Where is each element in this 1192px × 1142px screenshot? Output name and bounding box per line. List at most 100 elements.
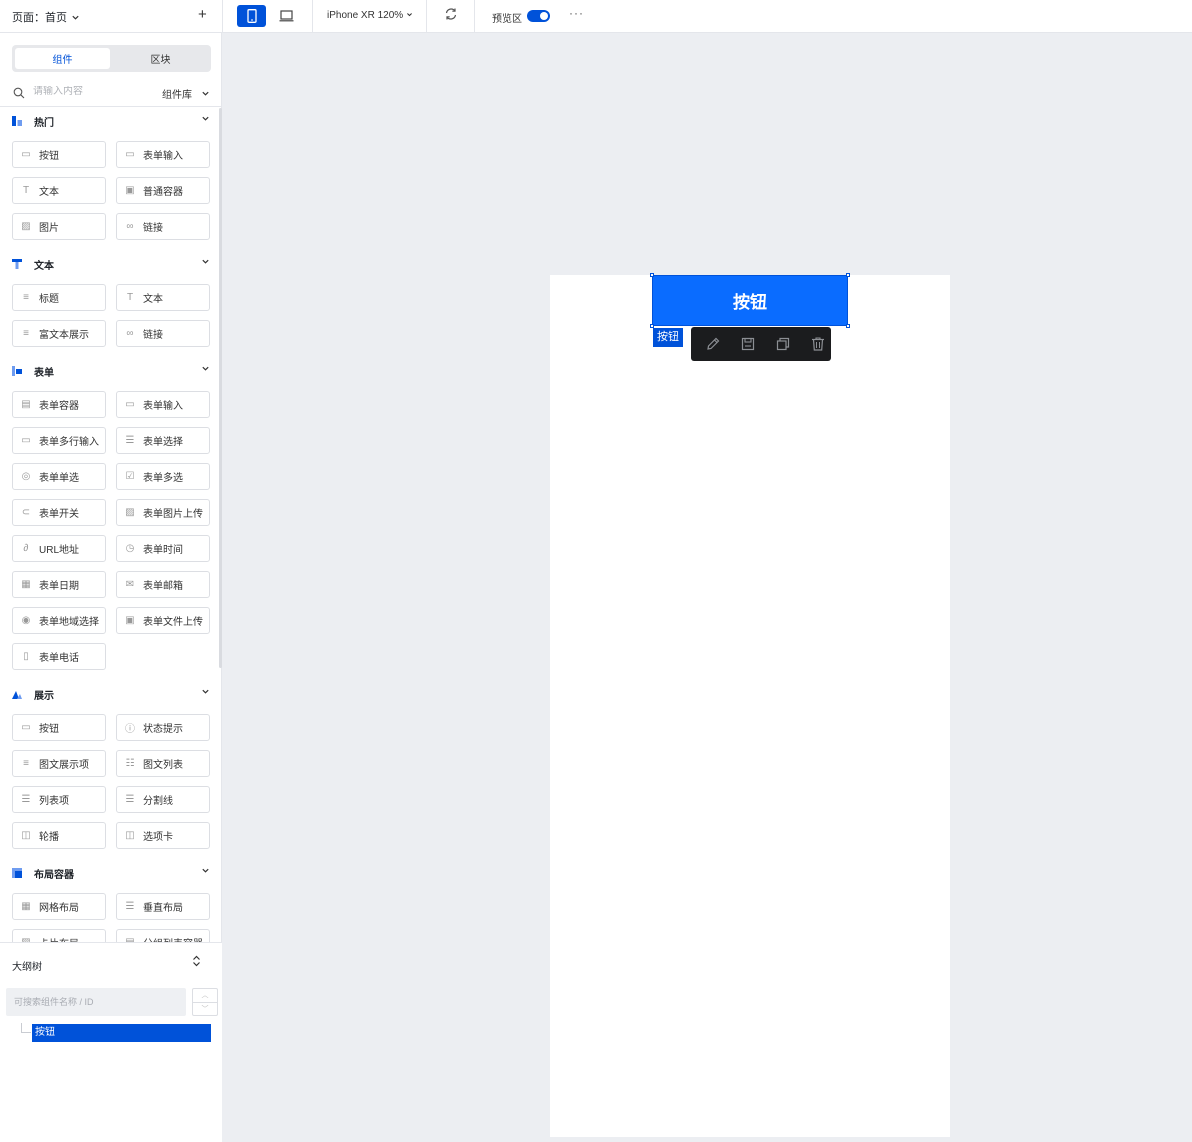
file-upload-icon: ▣ bbox=[125, 615, 135, 626]
search-input[interactable] bbox=[33, 86, 143, 97]
chevron-down-icon[interactable] bbox=[201, 364, 210, 375]
component-label: 垂直布局 bbox=[143, 903, 183, 914]
tab-blocks[interactable]: 区块 bbox=[113, 48, 208, 69]
vertical-layout-icon: ☰ bbox=[125, 901, 135, 912]
chevron-down-icon[interactable] bbox=[201, 866, 210, 877]
category-header[interactable]: 布局容器 bbox=[12, 863, 212, 883]
component-item[interactable]: ≡ 图文展示项 bbox=[12, 750, 106, 777]
component-label: 图文展示项 bbox=[39, 760, 89, 771]
component-item[interactable]: ☷ 图文列表 bbox=[116, 750, 210, 777]
more-icon[interactable]: ··· bbox=[569, 6, 584, 20]
category-icon bbox=[12, 116, 22, 126]
tabs-icon: ◫ bbox=[125, 830, 135, 841]
chevron-down-icon bbox=[72, 15, 79, 20]
component-item[interactable]: ≡ 标题 bbox=[12, 284, 106, 311]
component-item[interactable]: ∞ 链接 bbox=[116, 213, 210, 240]
component-item[interactable]: ☰ 表单选择 bbox=[116, 427, 210, 454]
component-item[interactable]: ▨ 图片 bbox=[12, 213, 106, 240]
refresh-button[interactable] bbox=[444, 7, 458, 24]
component-label: 普通容器 bbox=[143, 187, 183, 198]
edit-icon[interactable] bbox=[699, 331, 726, 358]
component-item[interactable]: ▤分组列表容器 bbox=[116, 929, 210, 942]
tab-components[interactable]: 组件 bbox=[15, 48, 110, 69]
component-label: 表单单选 bbox=[39, 473, 79, 484]
component-item[interactable]: ∞ 链接 bbox=[116, 320, 210, 347]
component-item[interactable]: ▨ 表单图片上传 bbox=[116, 499, 210, 526]
mobile-view-button[interactable] bbox=[237, 5, 266, 27]
link-icon: ∞ bbox=[126, 221, 134, 232]
device-zoom-select[interactable]: iPhone XR 120% bbox=[327, 10, 413, 21]
category-header[interactable]: 热门 bbox=[12, 111, 212, 131]
component-item[interactable]: ◎ 表单单选 bbox=[12, 463, 106, 490]
component-item[interactable]: T 文本 bbox=[116, 284, 210, 311]
component-label: 列表项 bbox=[39, 796, 69, 807]
component-item[interactable]: ◷ 表单时间 bbox=[116, 535, 210, 562]
expand-collapse-icon[interactable] bbox=[192, 955, 201, 970]
category-header[interactable]: 展示 bbox=[12, 684, 212, 704]
component-item[interactable]: ☰ 垂直布局 bbox=[116, 893, 210, 920]
page-selector[interactable]: 页面：首页 bbox=[12, 9, 80, 25]
component-label: 链接 bbox=[143, 330, 163, 341]
save-icon[interactable] bbox=[734, 331, 761, 358]
component-item[interactable]: ⓘ 状态提示 bbox=[116, 714, 210, 741]
component-item[interactable]: ▭ 表单多行输入 bbox=[12, 427, 106, 454]
form-container-icon: ▤ bbox=[21, 399, 31, 410]
phone-canvas[interactable] bbox=[550, 275, 950, 1137]
component-item[interactable]: ▯ 表单电话 bbox=[12, 643, 106, 670]
chevron-up-icon[interactable]: ︿ bbox=[193, 989, 217, 1002]
component-item[interactable]: ▭ 按钮 bbox=[12, 141, 106, 168]
selection-tag: 按钮 bbox=[653, 328, 683, 347]
chevron-down-icon[interactable] bbox=[201, 687, 210, 698]
outline-node-button[interactable]: 按钮 bbox=[32, 1024, 211, 1042]
chevron-down-icon[interactable]: ﹀ bbox=[193, 1002, 217, 1015]
component-item[interactable]: ◫ 选项卡 bbox=[116, 822, 210, 849]
component-item[interactable]: ▣ 普通容器 bbox=[116, 177, 210, 204]
button-icon: ▭ bbox=[21, 149, 31, 160]
list-icon: ☰ bbox=[21, 794, 31, 805]
chevron-down-icon[interactable] bbox=[201, 114, 210, 125]
desktop-view-button[interactable] bbox=[272, 5, 301, 27]
component-label: 分割线 bbox=[143, 796, 173, 807]
chevron-down-icon[interactable] bbox=[201, 89, 210, 98]
component-item[interactable]: ☑ 表单多选 bbox=[116, 463, 210, 490]
component-item[interactable]: ▭ 表单输入 bbox=[116, 391, 210, 418]
component-item[interactable]: ✉ 表单邮箱 bbox=[116, 571, 210, 598]
component-item[interactable]: ☰ 列表项 bbox=[12, 786, 106, 813]
component-item[interactable]: ▭ 表单输入 bbox=[116, 141, 210, 168]
component-item[interactable]: ⊂ 表单开关 bbox=[12, 499, 106, 526]
component-item[interactable]: ▤ 表单容器 bbox=[12, 391, 106, 418]
scrollbar[interactable] bbox=[219, 108, 222, 668]
add-page-icon[interactable]: + bbox=[198, 6, 207, 23]
chevron-down-icon[interactable] bbox=[201, 257, 210, 268]
preview-toggle[interactable] bbox=[527, 10, 550, 22]
library-select[interactable]: 组件库 bbox=[162, 86, 192, 101]
component-label: 表单时间 bbox=[143, 545, 183, 556]
category-icon bbox=[12, 366, 22, 376]
component-item[interactable]: ▣ 表单文件上传 bbox=[116, 607, 210, 634]
divider-icon: ☰ bbox=[125, 794, 135, 805]
clock-icon: ◷ bbox=[125, 543, 135, 554]
component-item[interactable]: ∂ URL地址 bbox=[12, 535, 106, 562]
category-header[interactable]: 文本 bbox=[12, 254, 212, 274]
category-title: 布局容器 bbox=[34, 869, 74, 881]
component-list: 热门 ▭ 按钮 ▭ 表单输入 T 文本 ▣ 普通容器 ▨ 图片 ∞ 链接 文本 ≡ 标题 T 文本 ≡ 富文本展示 ∞ 链… bbox=[0, 108, 222, 942]
outline-search-input[interactable] bbox=[6, 988, 186, 1016]
copy-icon[interactable] bbox=[769, 331, 796, 358]
category-icon bbox=[12, 868, 22, 878]
divider bbox=[426, 0, 427, 33]
component-item[interactable]: ☰ 分割线 bbox=[116, 786, 210, 813]
component-label: 表单地域选择 bbox=[39, 617, 99, 628]
component-item[interactable]: ▦ 网格布局 bbox=[12, 893, 106, 920]
component-item[interactable]: ◫ 轮播 bbox=[12, 822, 106, 849]
outline-stepper[interactable]: ︿ ﹀ bbox=[192, 988, 218, 1016]
component-item[interactable]: ≡ 富文本展示 bbox=[12, 320, 106, 347]
component-item[interactable]: ◉ 表单地域选择 bbox=[12, 607, 106, 634]
canvas-button[interactable]: 按钮 bbox=[652, 275, 848, 326]
refresh-icon bbox=[445, 8, 457, 20]
category-header[interactable]: 表单 bbox=[12, 361, 212, 381]
delete-icon[interactable] bbox=[804, 331, 831, 358]
component-item[interactable]: T 文本 bbox=[12, 177, 106, 204]
component-item[interactable]: ▨卡片布局 bbox=[12, 929, 106, 942]
component-item[interactable]: ▭ 按钮 bbox=[12, 714, 106, 741]
component-item[interactable]: ▦ 表单日期 bbox=[12, 571, 106, 598]
